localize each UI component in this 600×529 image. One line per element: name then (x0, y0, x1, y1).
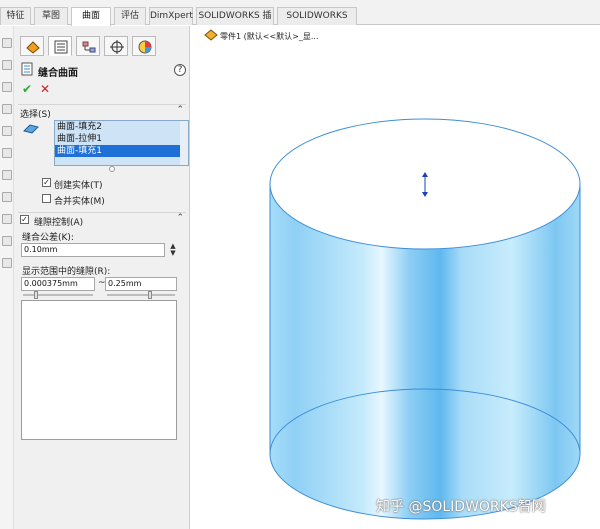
feature-manager-icon (26, 41, 40, 54)
tab-dimxpert[interactable]: DimXpert (149, 7, 193, 25)
dimxpert-manager-tab[interactable] (104, 36, 128, 56)
gap-control-label: 缝隙控制(A) (34, 218, 84, 228)
tab-solidworks-mbd[interactable]: SOLIDWORKS MBD (277, 7, 357, 37)
tool-icon-8[interactable] (2, 192, 12, 202)
manager-tabs (16, 36, 186, 58)
tool-icon-9[interactable] (2, 214, 12, 224)
create-solid-checkbox[interactable]: ✓ (42, 178, 51, 187)
property-manager-icon (54, 40, 68, 54)
merge-entities-label: 合并实体(M) (54, 197, 105, 207)
merge-entities-checkbox[interactable] (42, 194, 51, 203)
list-item[interactable]: 曲面-拉伸1 (55, 133, 188, 145)
display-manager-tab[interactable] (132, 36, 156, 56)
graphics-area[interactable]: 零件1 (默认<<默认>_显... (190, 26, 600, 529)
selected-surfaces-list[interactable]: 曲面-填充2 曲面-拉伸1 曲面-填充1 (54, 120, 189, 166)
model-view (269, 118, 581, 520)
gap-range-min-input[interactable]: 0.000375mm (21, 277, 95, 291)
tool-icon-2[interactable] (2, 60, 12, 70)
list-item[interactable]: 曲面-填充2 (55, 121, 188, 133)
gap-range-label: 显示范围中的缝隙(R): (22, 267, 111, 277)
create-solid-label: 创建实体(T) (54, 181, 103, 191)
watermark-text: 知乎 @SOLIDWORKS智网 (376, 499, 546, 515)
selections-group-label: 选择(S) (20, 110, 51, 120)
tool-icon-1[interactable] (2, 38, 12, 48)
tolerance-label: 缝合公差(K): (22, 233, 74, 243)
tab-sketch[interactable]: 草图 (34, 7, 68, 25)
surface-selection-icon (23, 124, 39, 134)
list-resize-handle[interactable] (109, 166, 115, 172)
chevron-up-icon[interactable]: ⌃ (176, 213, 184, 223)
list-item[interactable]: 曲面-填充1 (55, 145, 188, 157)
tool-icon-5[interactable] (2, 126, 12, 136)
selections-group-header[interactable]: 选择(S) ⌃ (18, 104, 186, 120)
property-manager-tab[interactable] (48, 36, 72, 56)
dimxpert-manager-icon (110, 40, 124, 54)
gap-control-checkbox[interactable]: ✓ (20, 215, 29, 224)
left-toolbar (0, 26, 14, 529)
property-manager-panel: 缝合曲面 ? ✔ ✕ 选择(S) ⌃ 曲面-填充2 曲面-拉伸1 曲面-填充1 … (14, 26, 190, 529)
configuration-manager-icon (82, 41, 96, 53)
tool-icon-11[interactable] (2, 258, 12, 268)
tab-evaluate[interactable]: 评估 (114, 7, 146, 25)
command-manager-tabs: 特征 草图 曲面 评估 DimXpert SOLIDWORKS 插件 SOLID… (0, 0, 600, 37)
tool-icon-6[interactable] (2, 148, 12, 158)
tolerance-input[interactable]: 0.10mm (21, 243, 165, 257)
gap-control-group-header[interactable]: ✓ 缝隙控制(A) ⌃ (18, 212, 186, 228)
gap-range-max-slider[interactable] (107, 294, 175, 296)
page-title: 缝合曲面 (38, 68, 78, 79)
chevron-up-icon[interactable]: ⌃ (176, 105, 184, 115)
tab-features[interactable]: 特征 (0, 7, 31, 25)
gap-range-max-slider-thumb[interactable] (148, 291, 152, 299)
tool-icon-7[interactable] (2, 170, 12, 180)
tool-icon-3[interactable] (2, 82, 12, 92)
tab-solidworks-addins[interactable]: SOLIDWORKS 插件 (196, 7, 274, 37)
feature-title-row: 缝合曲面 ? (18, 62, 186, 79)
tool-icon-4[interactable] (2, 104, 12, 114)
gap-range-min-slider-thumb[interactable] (34, 291, 38, 299)
ok-button[interactable]: ✔ (20, 82, 34, 96)
tab-surfaces[interactable]: 曲面 (71, 7, 111, 26)
list-scrollbar[interactable] (180, 121, 188, 165)
gap-range-max-input[interactable]: 0.25mm (105, 277, 177, 291)
gap-results-list[interactable] (21, 300, 177, 440)
help-icon[interactable]: ? (174, 64, 186, 76)
cancel-button[interactable]: ✕ (38, 82, 52, 96)
knit-surface-icon (21, 62, 33, 76)
tool-icon-10[interactable] (2, 236, 12, 246)
display-manager-icon (138, 40, 152, 54)
tolerance-spinner[interactable]: ▲ ▼ (168, 243, 178, 257)
configuration-manager-tab[interactable] (76, 36, 100, 56)
feature-manager-tab[interactable] (20, 36, 44, 56)
